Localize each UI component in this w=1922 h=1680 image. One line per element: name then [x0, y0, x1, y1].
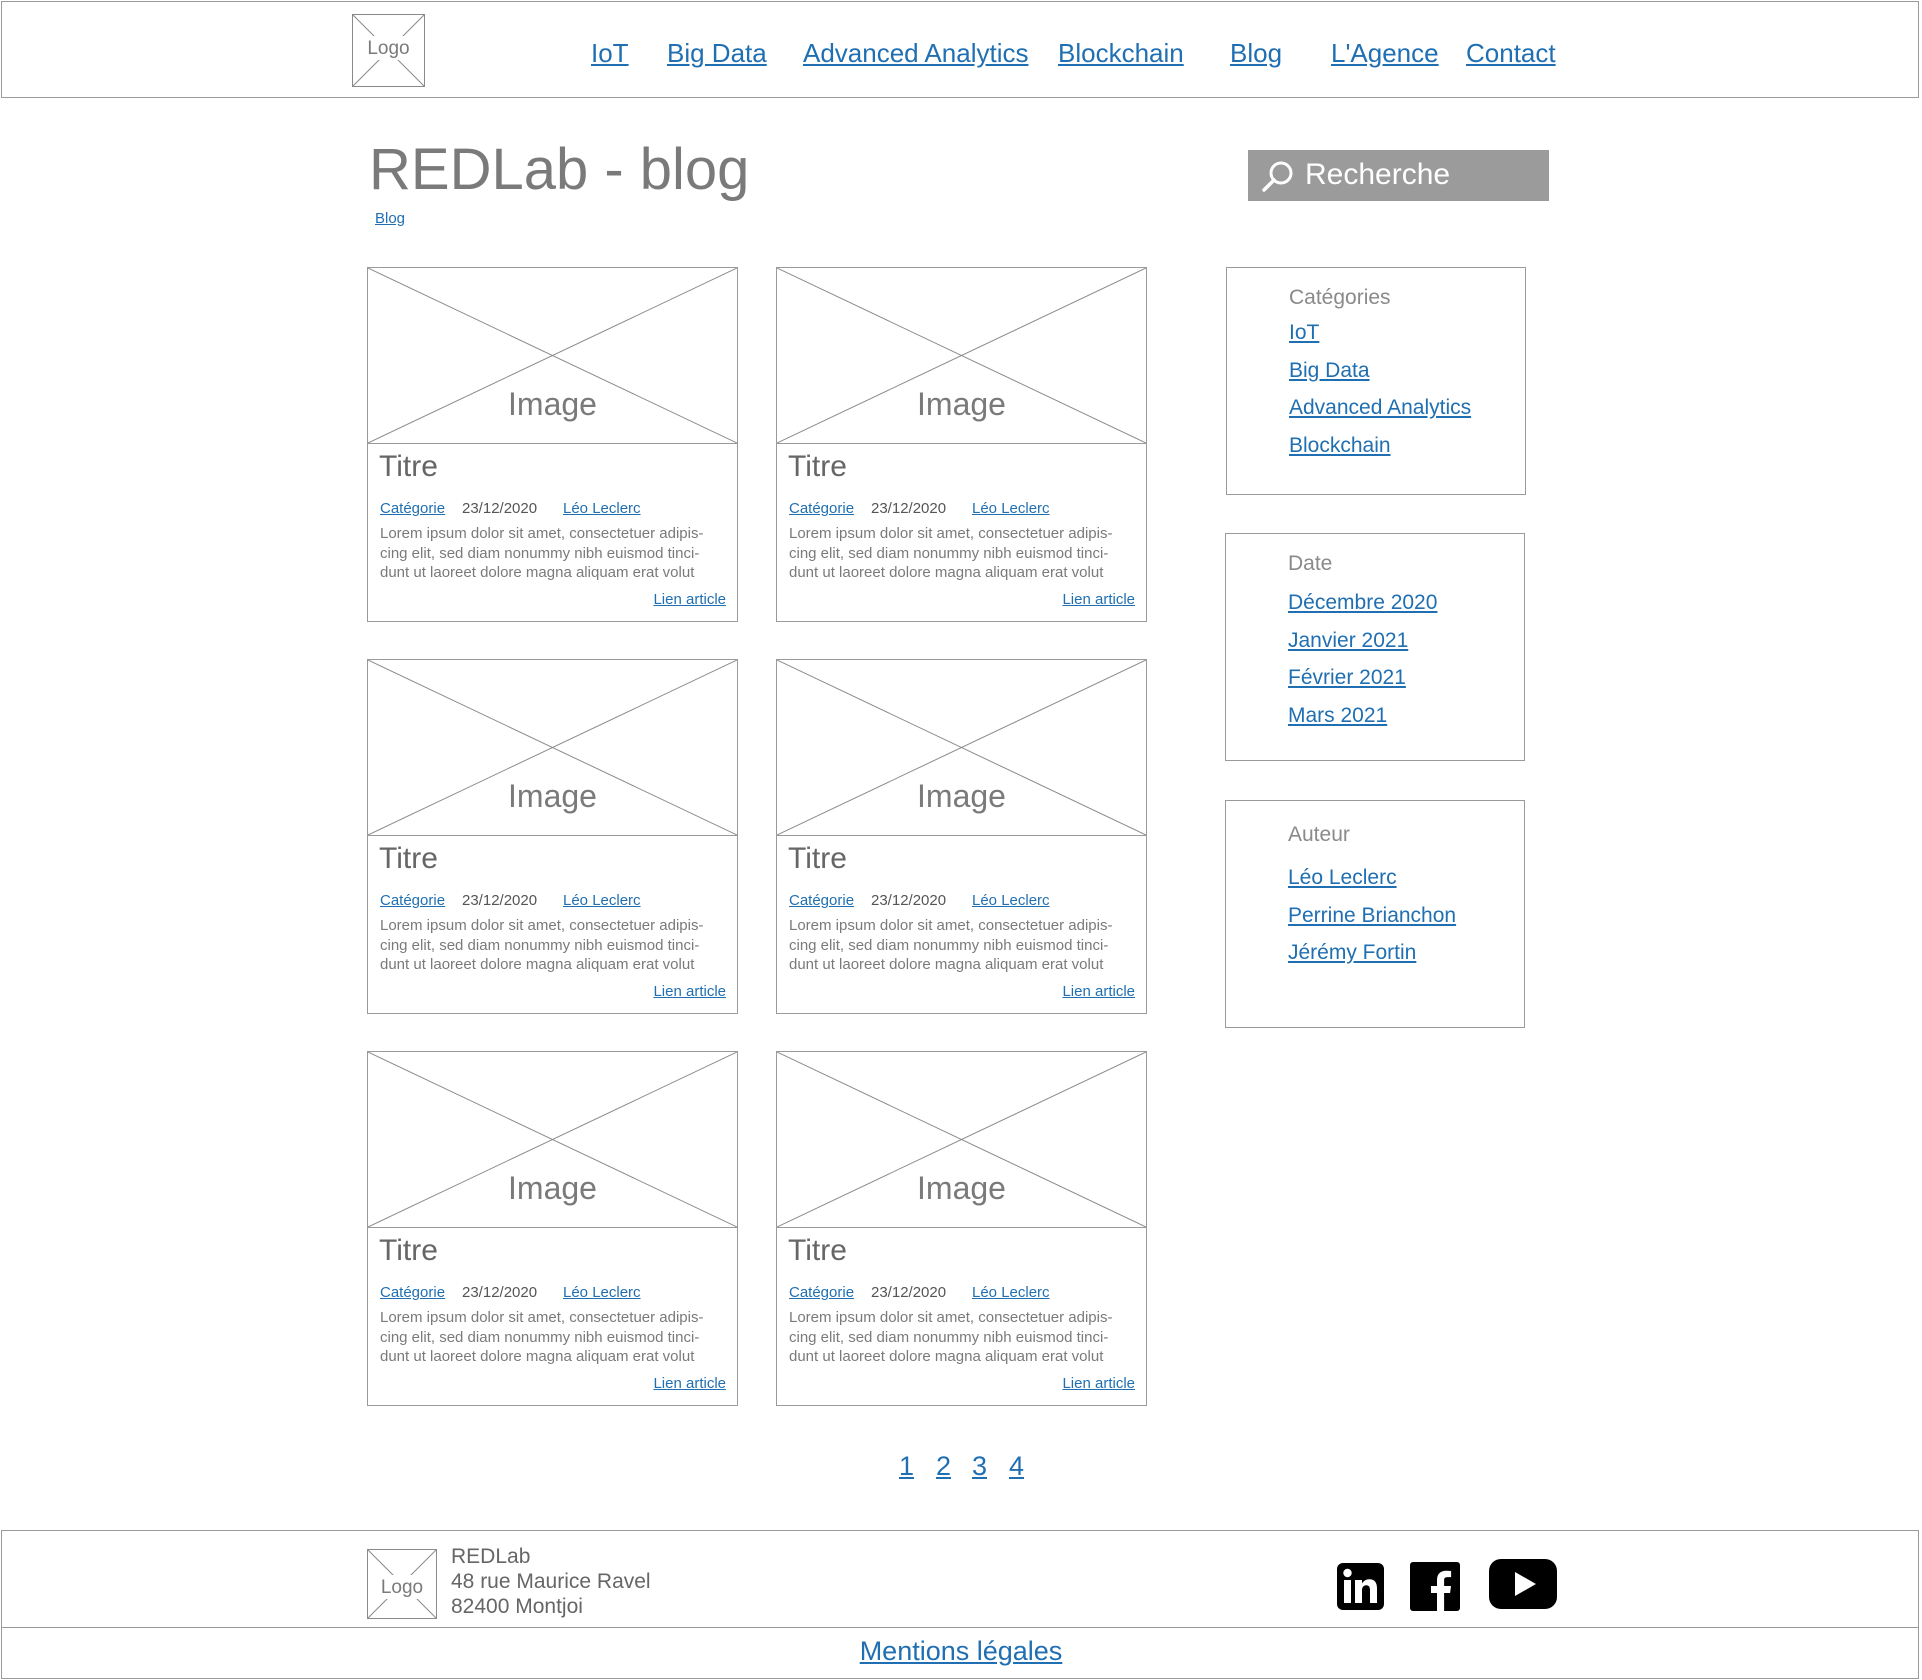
nav-big-data[interactable]: Big Data: [667, 38, 767, 69]
card-category-link[interactable]: Catégorie: [789, 892, 854, 909]
card-date: 23/12/2020: [462, 1284, 538, 1301]
sidebar-authors-heading: Auteur: [1288, 823, 1350, 846]
sidebar-author-item[interactable]: Perrine Brianchon: [1288, 904, 1456, 928]
card-title[interactable]: Titre: [379, 450, 438, 484]
card-title[interactable]: Titre: [788, 1234, 847, 1268]
card-excerpt: Lorem ipsum dolor sit amet, consectetuer…: [380, 1309, 704, 1365]
card-category-link[interactable]: Catégorie: [380, 500, 445, 517]
footer-logo-placeholder[interactable]: Logo: [367, 1549, 437, 1619]
article-card: Image Titre Catégorie 23/12/2020 Léo Lec…: [776, 659, 1147, 1014]
card-read-more-link[interactable]: Lien article: [653, 591, 726, 608]
card-excerpt: Lorem ipsum dolor sit amet, consectetuer…: [789, 917, 1113, 973]
card-read-more-link[interactable]: Lien article: [1062, 983, 1135, 1000]
card-title[interactable]: Titre: [788, 450, 847, 484]
card-author-link[interactable]: Léo Leclerc: [563, 1284, 641, 1301]
article-card: Image Titre Catégorie 23/12/2020 Léo Lec…: [367, 1051, 738, 1406]
sidebar-dates: Date Décembre 2020 Janvier 2021 Février …: [1225, 533, 1525, 761]
search-placeholder: Recherche: [1305, 158, 1451, 191]
logo-placeholder[interactable]: Logo: [352, 14, 425, 87]
image-label: Image: [508, 1170, 597, 1206]
card-image-placeholder[interactable]: Image: [777, 660, 1146, 836]
card-date: 23/12/2020: [871, 1284, 947, 1301]
footer-main: [1, 1530, 1919, 1628]
sidebar-date-item[interactable]: Mars 2021: [1288, 704, 1387, 728]
nav-agence[interactable]: L'Agence: [1331, 38, 1439, 69]
card-image-placeholder[interactable]: Image: [777, 1052, 1146, 1228]
article-card: Image Titre Catégorie 23/12/2020 Léo Lec…: [367, 659, 738, 1014]
card-image-placeholder[interactable]: Image: [777, 268, 1146, 444]
card-date: 23/12/2020: [871, 500, 947, 517]
image-label: Image: [917, 1170, 1006, 1206]
card-title[interactable]: Titre: [379, 1234, 438, 1268]
nav-blockchain[interactable]: Blockchain: [1058, 38, 1184, 69]
card-category-link[interactable]: Catégorie: [380, 892, 445, 909]
sidebar-dates-heading: Date: [1288, 552, 1333, 575]
image-label: Image: [917, 386, 1006, 422]
sidebar-authors: Auteur Léo Leclerc Perrine Brianchon Jér…: [1225, 800, 1525, 1028]
footer-address: 48 rue Maurice Ravel: [451, 1570, 651, 1593]
card-date: 23/12/2020: [871, 892, 947, 909]
card-read-more-link[interactable]: Lien article: [653, 983, 726, 1000]
card-author-link[interactable]: Léo Leclerc: [972, 1284, 1050, 1301]
card-author-link[interactable]: Léo Leclerc: [972, 892, 1050, 909]
sidebar-date-item[interactable]: Décembre 2020: [1288, 591, 1437, 615]
card-author-link[interactable]: Léo Leclerc: [563, 892, 641, 909]
card-category-link[interactable]: Catégorie: [380, 1284, 445, 1301]
article-card: Image Titre Catégorie 23/12/2020 Léo Lec…: [776, 267, 1147, 622]
footer-company-name: REDLab: [451, 1545, 531, 1568]
facebook-icon[interactable]: [1410, 1562, 1460, 1611]
card-image-placeholder[interactable]: Image: [368, 268, 737, 444]
legal-notice-link[interactable]: Mentions légales: [0, 1636, 1922, 1667]
sidebar-date-item[interactable]: Février 2021: [1288, 666, 1406, 690]
image-label: Image: [508, 386, 597, 422]
card-date: 23/12/2020: [462, 892, 538, 909]
sidebar-categories: Catégories IoT Big Data Advanced Analyti…: [1226, 267, 1526, 495]
breadcrumb-blog[interactable]: Blog: [375, 210, 405, 227]
search-input[interactable]: Recherche: [1248, 150, 1549, 201]
logo-label: Logo: [367, 38, 409, 59]
card-author-link[interactable]: Léo Leclerc: [563, 500, 641, 517]
footer-city: 82400 Montjoi: [451, 1595, 583, 1618]
card-read-more-link[interactable]: Lien article: [1062, 1375, 1135, 1392]
pagination-page[interactable]: 2: [936, 1451, 951, 1482]
card-excerpt: Lorem ipsum dolor sit amet, consectetuer…: [380, 917, 704, 973]
card-image-placeholder[interactable]: Image: [368, 1052, 737, 1228]
sidebar-category-blockchain[interactable]: Blockchain: [1289, 434, 1391, 458]
sidebar-date-item[interactable]: Janvier 2021: [1288, 629, 1408, 653]
card-read-more-link[interactable]: Lien article: [1062, 591, 1135, 608]
search-icon: [1262, 161, 1293, 192]
card-image-placeholder[interactable]: Image: [368, 660, 737, 836]
card-category-link[interactable]: Catégorie: [789, 1284, 854, 1301]
nav-blog[interactable]: Blog: [1230, 38, 1282, 69]
card-excerpt: Lorem ipsum dolor sit amet, consectetuer…: [789, 525, 1113, 581]
sidebar-category-advanced-analytics[interactable]: Advanced Analytics: [1289, 396, 1471, 420]
card-title[interactable]: Titre: [379, 842, 438, 876]
youtube-icon[interactable]: [1489, 1559, 1557, 1609]
sidebar-category-big-data[interactable]: Big Data: [1289, 359, 1370, 383]
card-title[interactable]: Titre: [788, 842, 847, 876]
pagination-page[interactable]: 4: [1009, 1451, 1024, 1482]
card-category-link[interactable]: Catégorie: [789, 500, 854, 517]
card-author-link[interactable]: Léo Leclerc: [972, 500, 1050, 517]
sidebar-author-item[interactable]: Léo Leclerc: [1288, 866, 1397, 890]
pagination-page[interactable]: 3: [972, 1451, 987, 1482]
card-excerpt: Lorem ipsum dolor sit amet, consectetuer…: [789, 1309, 1113, 1365]
sidebar-categories-heading: Catégories: [1289, 286, 1391, 309]
nav-iot[interactable]: IoT: [591, 38, 629, 69]
card-excerpt: Lorem ipsum dolor sit amet, consectetuer…: [380, 525, 704, 581]
article-card: Image Titre Catégorie 23/12/2020 Léo Lec…: [367, 267, 738, 622]
sidebar-category-iot[interactable]: IoT: [1289, 321, 1319, 345]
page-title: REDLab - blog: [369, 137, 750, 202]
card-date: 23/12/2020: [462, 500, 538, 517]
image-label: Image: [508, 778, 597, 814]
nav-advanced-analytics[interactable]: Advanced Analytics: [803, 38, 1028, 69]
image-label: Image: [917, 778, 1006, 814]
nav-contact[interactable]: Contact: [1466, 38, 1556, 69]
card-read-more-link[interactable]: Lien article: [653, 1375, 726, 1392]
footer-logo-label: Logo: [381, 1577, 423, 1598]
article-card: Image Titre Catégorie 23/12/2020 Léo Lec…: [776, 1051, 1147, 1406]
linkedin-icon[interactable]: [1337, 1563, 1384, 1610]
sidebar-author-item[interactable]: Jérémy Fortin: [1288, 941, 1416, 965]
pagination-page[interactable]: 1: [899, 1451, 914, 1482]
